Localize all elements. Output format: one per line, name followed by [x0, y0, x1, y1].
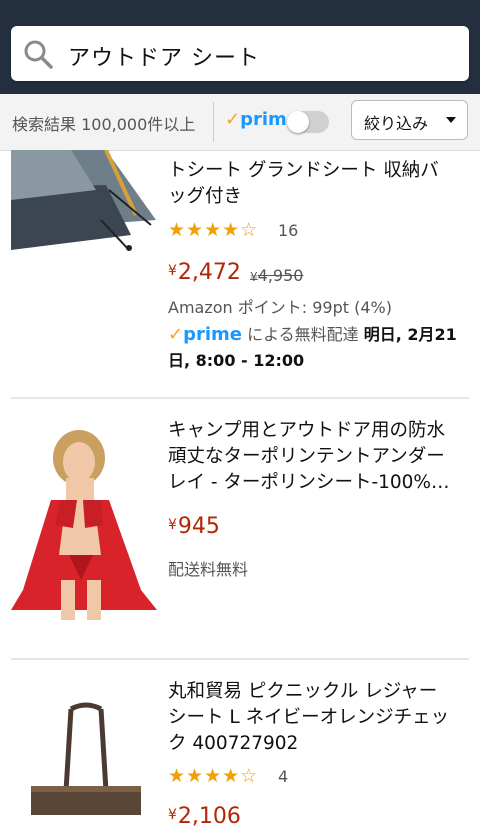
list-item[interactable]: キャンプ用とアウトドア用の防水 頑丈なターポリンテントアンダー レイ - ターポ…	[0, 400, 480, 658]
delivery-line: ✓prime による無料配達 明日, 2月21	[168, 322, 468, 348]
rating-stars: ★★★★☆	[168, 219, 259, 241]
prime-badge-label: prime	[183, 324, 242, 345]
currency-symbol: ¥	[168, 517, 177, 533]
search-input[interactable]: アウトドア シート	[11, 26, 469, 81]
item-separator	[11, 397, 469, 399]
item-title[interactable]: トシート グランドシート 収納バ ッグ付き	[168, 158, 468, 210]
delivery-text: による無料配達	[247, 325, 359, 344]
product-image-red-garment	[11, 430, 157, 620]
list-item[interactable]: 丸和貿易 ピクニックル レジャー シート L ネイビーオレンジチェッ ク 400…	[0, 661, 480, 829]
prime-toggle[interactable]	[287, 111, 329, 133]
product-image-bag	[31, 702, 141, 815]
delivery-info: ✓prime による無料配達 明日, 2月21 日, 8:00 - 12:00	[168, 322, 468, 374]
prime-badge: ✓prime	[168, 324, 242, 345]
list-price-value: 4,950	[257, 266, 304, 285]
delivery-date: 明日, 2月21	[363, 325, 457, 344]
list-item[interactable]: トシート グランドシート 収納バ ッグ付き ★★★★☆ 16 ¥2,472 ¥4…	[0, 150, 480, 398]
item-title-line: レイ - ターポリンシート-100%…	[168, 472, 450, 493]
review-count[interactable]: 4	[278, 767, 288, 786]
currency-symbol: ¥	[168, 807, 177, 823]
item-title-line: 丸和貿易 ピクニックル レジャー	[168, 681, 438, 702]
list-price: ¥4,950	[250, 266, 303, 285]
toggle-knob	[287, 111, 309, 133]
item-price: ¥945	[168, 514, 220, 539]
currency-symbol: ¥	[250, 270, 258, 284]
item-title[interactable]: 丸和貿易 ピクニックル レジャー シート L ネイビーオレンジチェッ ク 400…	[168, 679, 468, 757]
item-price: ¥2,472	[168, 260, 241, 285]
caret-down-icon	[446, 117, 456, 123]
item-title-line: ッグ付き	[168, 186, 243, 207]
search-query: アウトドア シート	[68, 46, 260, 71]
review-count[interactable]: 16	[278, 221, 298, 240]
refine-label: 絞り込み	[364, 114, 429, 133]
product-image-tent	[11, 150, 156, 251]
filter-bar: 検索結果 100,000件以上 ✓prime 絞り込み	[0, 94, 480, 151]
item-title-line: キャンプ用とアウトドア用の防水	[168, 420, 445, 441]
item-title-line: ク 400727902	[168, 733, 299, 754]
price-value: 2,106	[177, 804, 241, 829]
result-count: 検索結果 100,000件以上	[12, 115, 196, 134]
price-value: 2,472	[177, 260, 241, 285]
delivery-line: 日, 8:00 - 12:00	[168, 348, 468, 374]
shipping-info: 配送料無料	[168, 560, 249, 579]
item-title-line: 頑丈なターポリンテントアンダー	[168, 446, 445, 467]
item-title-line: シート L ネイビーオレンジチェッ	[168, 707, 450, 728]
divider	[213, 102, 214, 142]
item-title-line: トシート グランドシート 収納バ	[168, 160, 439, 181]
amazon-points: Amazon ポイント: 99pt (4%)	[168, 298, 392, 317]
search-icon	[24, 40, 53, 69]
price-value: 945	[177, 514, 220, 539]
rating-stars: ★★★★☆	[168, 765, 259, 787]
item-title[interactable]: キャンプ用とアウトドア用の防水 頑丈なターポリンテントアンダー レイ - ターポ…	[168, 418, 468, 496]
item-separator	[11, 658, 469, 660]
app-header: アウトドア シート	[0, 0, 480, 94]
prime-check-icon: ✓	[225, 109, 241, 130]
prime-check-icon: ✓	[168, 324, 184, 345]
item-price: ¥2,106	[168, 804, 241, 829]
currency-symbol: ¥	[168, 263, 177, 279]
delivery-time: 日, 8:00 - 12:00	[168, 351, 305, 370]
refine-button[interactable]: 絞り込み	[351, 100, 468, 140]
